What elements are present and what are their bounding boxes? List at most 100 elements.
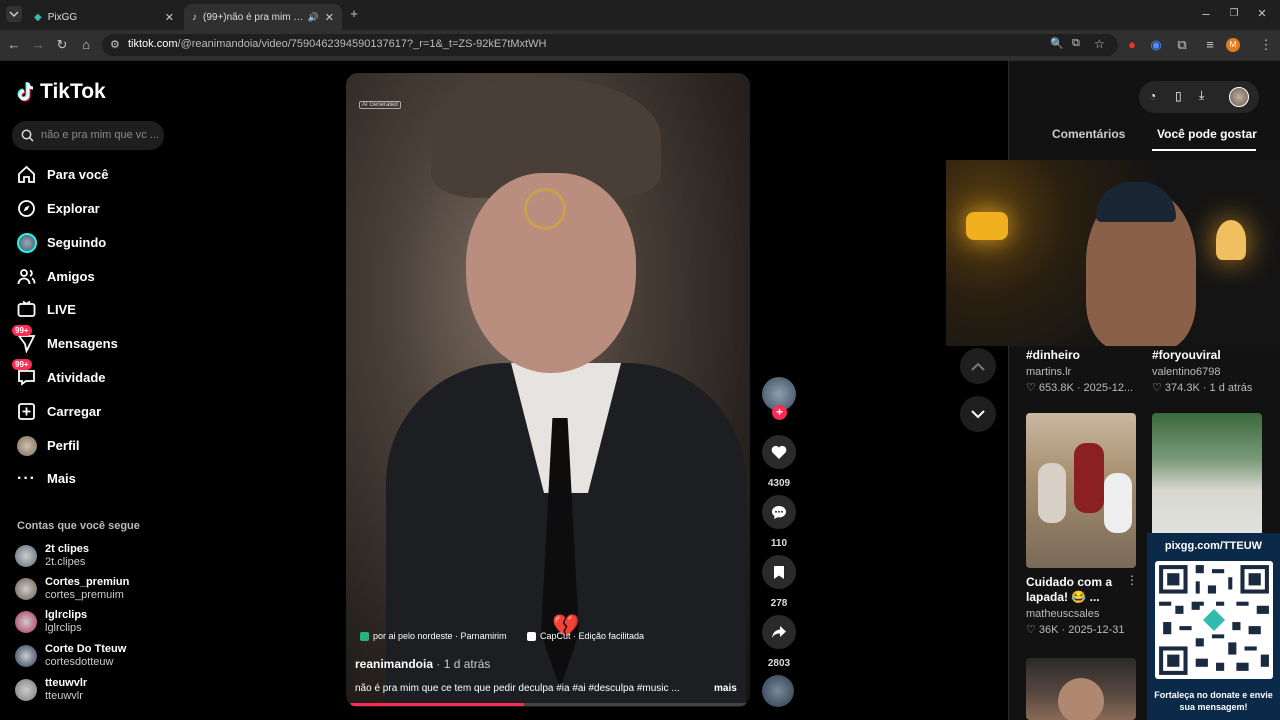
- sidebar-item-explorar[interactable]: Explorar: [16, 198, 100, 219]
- more-options-icon[interactable]: ⋮: [1126, 573, 1138, 587]
- location-chip[interactable]: por ai pelo nordeste · Parnamirim: [360, 631, 507, 641]
- following-account[interactable]: 2t clipes 2t.clipes: [15, 543, 89, 569]
- like-action[interactable]: 4309: [762, 435, 796, 489]
- media-control-icon[interactable]: ≡: [1202, 37, 1218, 53]
- suggested-card[interactable]: Cuidado com a lapada! 😂 ... matheuscsale…: [1026, 575, 1126, 636]
- window-close-button[interactable]: ✕: [1254, 6, 1270, 22]
- following-account[interactable]: Corte Do Tteuw cortesdotteuw: [15, 643, 126, 669]
- account-text: tteuwvlr tteuwvlr: [45, 677, 87, 703]
- notification-badge: 99+: [12, 359, 32, 370]
- account-name: tteuwvlr: [45, 677, 88, 689]
- new-tab-button[interactable]: +: [346, 6, 362, 22]
- bookmark-star-icon[interactable]: ☆: [1094, 37, 1105, 51]
- zoom-icon[interactable]: 🔍: [1050, 37, 1064, 50]
- install-app-icon[interactable]: ⧉: [1072, 37, 1080, 50]
- follow-plus-icon[interactable]: +: [772, 405, 787, 420]
- share-action[interactable]: 2803: [762, 615, 796, 669]
- tab-search-button[interactable]: [6, 6, 22, 22]
- restore-button[interactable]: ❐: [1226, 6, 1242, 22]
- download-icon[interactable]: ⤓: [1199, 88, 1204, 103]
- previous-video-button[interactable]: [960, 348, 996, 384]
- account-avatar[interactable]: [15, 545, 37, 567]
- sound-disc[interactable]: [762, 675, 796, 707]
- sidebar-item-mais[interactable]: ··· Mais: [16, 468, 76, 489]
- upload-icon: [16, 401, 37, 422]
- comment-action[interactable]: 110: [762, 495, 796, 549]
- account-avatar[interactable]: [15, 645, 37, 667]
- like-button[interactable]: [762, 435, 796, 469]
- phone-app-icon[interactable]: ▯: [1175, 89, 1182, 103]
- minimize-button[interactable]: –: [1198, 6, 1214, 22]
- suggested-card[interactable]: #dinheiro martins.lr ♡ 653.8K · 2025-12.…: [1026, 348, 1133, 394]
- reload-button[interactable]: ↻: [54, 37, 70, 53]
- thumbnail-figure: [1058, 678, 1104, 720]
- music-disc-icon[interactable]: [762, 675, 794, 707]
- comment-button[interactable]: [762, 495, 796, 529]
- share-button[interactable]: [762, 615, 796, 649]
- save-count: 278: [770, 598, 788, 609]
- save-button[interactable]: [762, 555, 796, 589]
- sidebar-item-label: Amigos: [47, 269, 95, 284]
- sidebar-item-mensagens[interactable]: 99+ Mensagens: [12, 325, 118, 354]
- tiktok-logo-icon: [17, 82, 34, 102]
- sidebar-item-carregar[interactable]: Carregar: [16, 401, 101, 422]
- suggested-thumbnail[interactable]: [1026, 413, 1136, 568]
- video-author[interactable]: reanimandoia · 1 d atrás: [355, 657, 490, 671]
- account-name: Cortes_premiun: [45, 576, 130, 588]
- tab-pixgg[interactable]: ◆ PixGG ✕: [26, 4, 182, 30]
- home-button[interactable]: ⌂: [78, 37, 94, 53]
- sidebar-item-atividade[interactable]: 99+ Atividade: [12, 359, 106, 388]
- account-avatar[interactable]: [15, 611, 37, 633]
- video-player[interactable]: AI Generated 💔 por ai pelo nordeste · Pa…: [346, 73, 750, 707]
- next-video-button[interactable]: [960, 396, 996, 432]
- back-button[interactable]: ←: [6, 37, 22, 53]
- address-bar[interactable]: ⚙ tiktok.com/@reanimandoia/video/7590462…: [102, 34, 1118, 56]
- following-account[interactable]: tteuwvlr tteuwvlr: [15, 677, 87, 703]
- browser-menu-icon[interactable]: ⋮: [1258, 37, 1274, 53]
- extension-icon[interactable]: ●: [1124, 37, 1140, 53]
- tab-comments[interactable]: Comentários: [1052, 127, 1125, 141]
- sidebar-item-perfil[interactable]: Perfil: [16, 435, 80, 456]
- sidebar-item-live[interactable]: LIVE: [16, 299, 76, 320]
- extensions-puzzle-icon[interactable]: ⧉: [1174, 37, 1190, 53]
- audio-playing-icon[interactable]: 🔊: [308, 12, 319, 23]
- close-icon[interactable]: ✕: [325, 11, 334, 24]
- account-name: Corte Do Tteuw: [45, 643, 127, 655]
- account-avatar[interactable]: [15, 578, 37, 600]
- close-icon[interactable]: ✕: [165, 11, 174, 24]
- share-arrow-icon: [772, 626, 786, 638]
- suggested-card[interactable]: #foryouviral valentino6798 ♡ 374.3K · 1 …: [1152, 348, 1252, 394]
- coins-icon[interactable]: ◔: [1149, 89, 1156, 103]
- sidebar-item-amigos[interactable]: Amigos: [16, 266, 95, 287]
- card-user[interactable]: martins.lr: [1026, 366, 1133, 378]
- following-account[interactable]: lglrclips lglrclips: [15, 609, 87, 635]
- following-account[interactable]: Cortes_premiun cortes_premuim: [15, 576, 129, 602]
- site-info-icon[interactable]: ⚙: [110, 38, 120, 51]
- following-avatar: [16, 232, 37, 253]
- user-avatar[interactable]: [1229, 87, 1249, 107]
- bookmark-icon: [774, 565, 784, 579]
- search-input[interactable]: não e pra mim que vc ...: [12, 121, 164, 150]
- card-stats: ♡ 374.3K · 1 d atrás: [1152, 382, 1253, 394]
- card-title: Cuidado com a lapada! 😂 ...: [1026, 575, 1113, 604]
- account-avatar[interactable]: [15, 679, 37, 701]
- creator-avatar-follow[interactable]: +: [762, 377, 796, 420]
- tab-tiktok-active[interactable]: ♪ (99+)não é pra mim que ce 🔊 ✕: [184, 4, 342, 30]
- browser-tab-bar: ◆ PixGG ✕ ♪ (99+)não é pra mim que ce 🔊 …: [0, 0, 1280, 30]
- capcut-chip[interactable]: CapCut · Edição facilitada: [527, 631, 644, 641]
- tab-suggested[interactable]: Você pode gostar: [1157, 127, 1257, 141]
- sidebar-item-para-voc-[interactable]: Para você: [16, 164, 108, 185]
- video-progress-bar[interactable]: [350, 703, 746, 706]
- sidebar-item-seguindo[interactable]: Seguindo: [16, 232, 106, 253]
- account-name: 2t clipes: [45, 543, 90, 555]
- tiktok-logo[interactable]: TikTok: [17, 80, 106, 104]
- forward-button[interactable]: →: [30, 37, 46, 53]
- save-action[interactable]: 278: [762, 555, 796, 609]
- suggested-thumbnail[interactable]: [1026, 658, 1136, 720]
- tab-title: (99+)não é pra mim que ce: [203, 11, 308, 23]
- caption-more-link[interactable]: mais: [714, 683, 737, 694]
- card-user[interactable]: matheuscsales: [1026, 608, 1126, 620]
- card-user[interactable]: valentino6798: [1152, 366, 1252, 378]
- extension-icon[interactable]: ◉: [1148, 37, 1164, 53]
- profile-avatar[interactable]: M: [1226, 38, 1240, 52]
